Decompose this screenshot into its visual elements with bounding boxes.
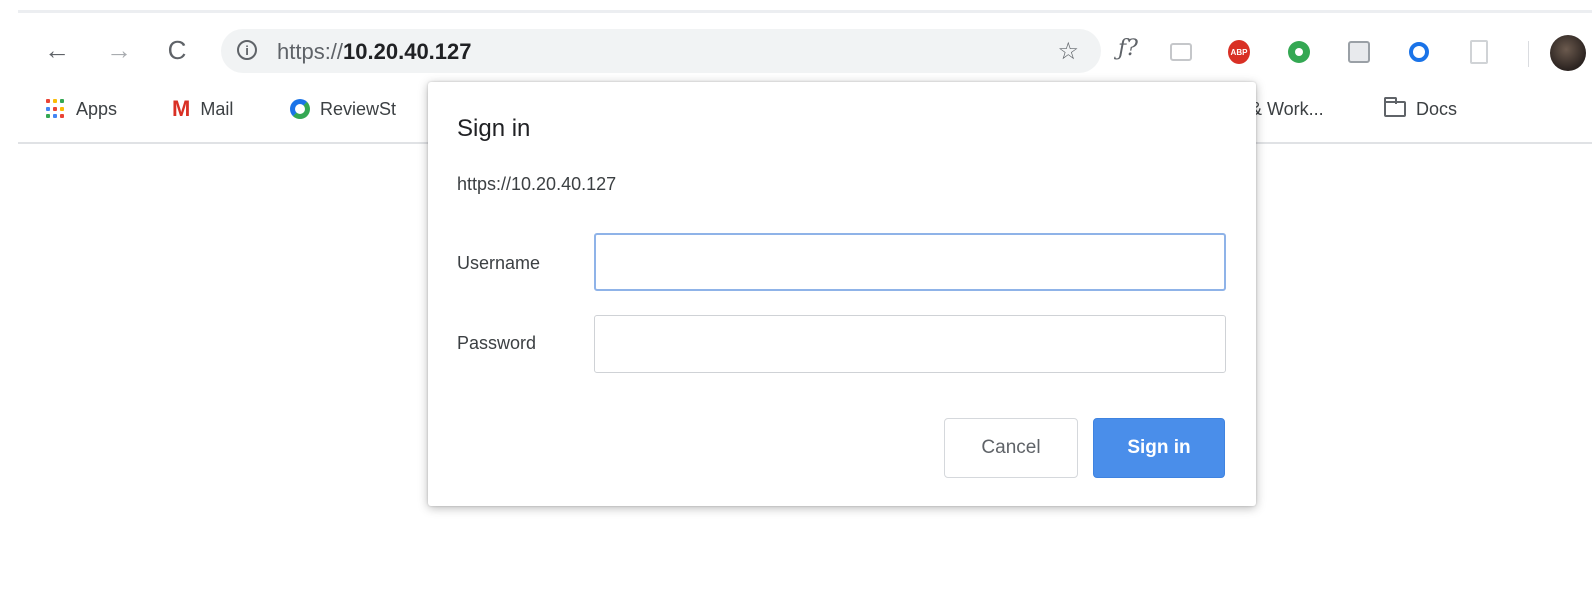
cancel-button[interactable]: Cancel	[944, 418, 1078, 478]
browser-toolbar: ← → C i https://10.20.40.127 ☆ ƒ? ABP	[18, 10, 1592, 79]
forward-arrow-icon[interactable]: →	[104, 35, 134, 65]
folder-icon	[1384, 97, 1406, 117]
script-extension-icon[interactable]: ƒ?	[1110, 36, 1146, 61]
bookmark-docs[interactable]: Docs	[1384, 96, 1457, 122]
toolbar-divider	[1528, 41, 1529, 67]
bookmark-apps[interactable]: Apps	[46, 96, 117, 122]
bookmark-docs-label: Docs	[1416, 98, 1458, 119]
gray-extension-icon[interactable]	[1348, 41, 1370, 63]
reviewst-icon	[290, 99, 310, 119]
dialog-origin: https://10.20.40.127	[457, 174, 617, 194]
password-label: Password	[457, 333, 537, 353]
reload-icon[interactable]: C	[162, 35, 192, 65]
gmail-icon: M	[172, 96, 191, 121]
green-extension-icon[interactable]	[1288, 41, 1310, 63]
adblock-badge: ABP	[1228, 40, 1250, 64]
profile-avatar[interactable]	[1550, 35, 1586, 71]
bookmark-mail[interactable]: M Mail	[172, 96, 233, 122]
url-host: 10.20.40.127	[343, 39, 472, 64]
bookmark-reviewst[interactable]: ReviewSt	[290, 96, 396, 122]
sign-in-button[interactable]: Sign in	[1093, 418, 1225, 478]
url-text[interactable]: https://10.20.40.127	[277, 39, 472, 65]
bookmark-apps-label: Apps	[76, 98, 118, 119]
bookmark-work[interactable]: & Work...	[1250, 96, 1324, 122]
username-input[interactable]	[594, 233, 1226, 291]
camera-extension-icon[interactable]	[1170, 41, 1192, 63]
apps-grid-icon	[46, 99, 66, 119]
sign-in-dialog: Sign in https://10.20.40.127 Username Pa…	[428, 82, 1256, 506]
blue-ring-extension-icon[interactable]	[1408, 41, 1430, 63]
back-arrow-icon[interactable]: ←	[42, 35, 72, 65]
dialog-title: Sign in	[457, 115, 531, 142]
username-label: Username	[457, 253, 541, 273]
info-icon[interactable]: i	[237, 40, 257, 60]
browser-window: ← → C i https://10.20.40.127 ☆ ƒ? ABP Ap…	[0, 0, 1592, 596]
bookmark-work-label: & Work...	[1250, 98, 1324, 119]
address-bar[interactable]: i https://10.20.40.127 ☆	[221, 29, 1101, 73]
bookmark-mail-label: Mail	[200, 98, 234, 119]
star-icon[interactable]: ☆	[1057, 37, 1079, 66]
document-extension-icon[interactable]	[1468, 40, 1490, 64]
bookmark-reviewst-label: ReviewSt	[320, 98, 397, 119]
adblock-extension-icon[interactable]: ABP	[1228, 40, 1250, 64]
password-input[interactable]	[594, 315, 1226, 373]
url-scheme: https://	[277, 39, 344, 64]
